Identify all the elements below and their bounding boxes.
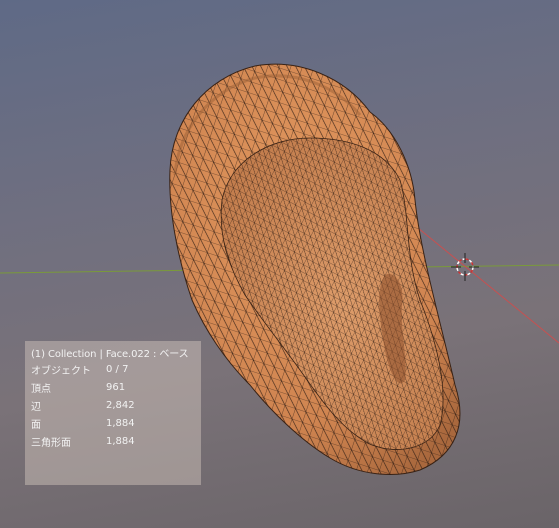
- stat-label: 辺: [31, 401, 41, 413]
- stat-value: 2,842: [106, 399, 135, 411]
- stat-row-triangles: 三角形面 1,884: [31, 432, 195, 450]
- stat-value: 961: [106, 381, 126, 393]
- collection-header: (1) Collection | Face.022 : ベース: [31, 349, 189, 360]
- stat-label: 三角形面: [31, 437, 71, 449]
- stat-label: オブジェクト: [31, 365, 91, 377]
- stat-row-faces: 面 1,884: [31, 414, 195, 432]
- stat-value: 1,884: [106, 435, 135, 447]
- stat-value: 1,884: [106, 417, 135, 429]
- 3d-cursor-icon[interactable]: [451, 253, 479, 281]
- 3d-viewport[interactable]: (1) Collection | Face.022 : ベース オブジェクト 0…: [0, 0, 559, 528]
- statistics-overlay: (1) Collection | Face.022 : ベース オブジェクト 0…: [25, 341, 201, 485]
- stat-row-edges: 辺 2,842: [31, 396, 195, 414]
- stat-row-vertices: 頂点 961: [31, 378, 195, 396]
- stat-value: 0 / 7: [106, 363, 129, 375]
- stat-label: 面: [31, 419, 41, 431]
- stat-row-objects: オブジェクト 0 / 7: [31, 360, 195, 378]
- ear-mesh[interactable]: [169, 63, 461, 475]
- stat-label: 頂点: [31, 383, 51, 395]
